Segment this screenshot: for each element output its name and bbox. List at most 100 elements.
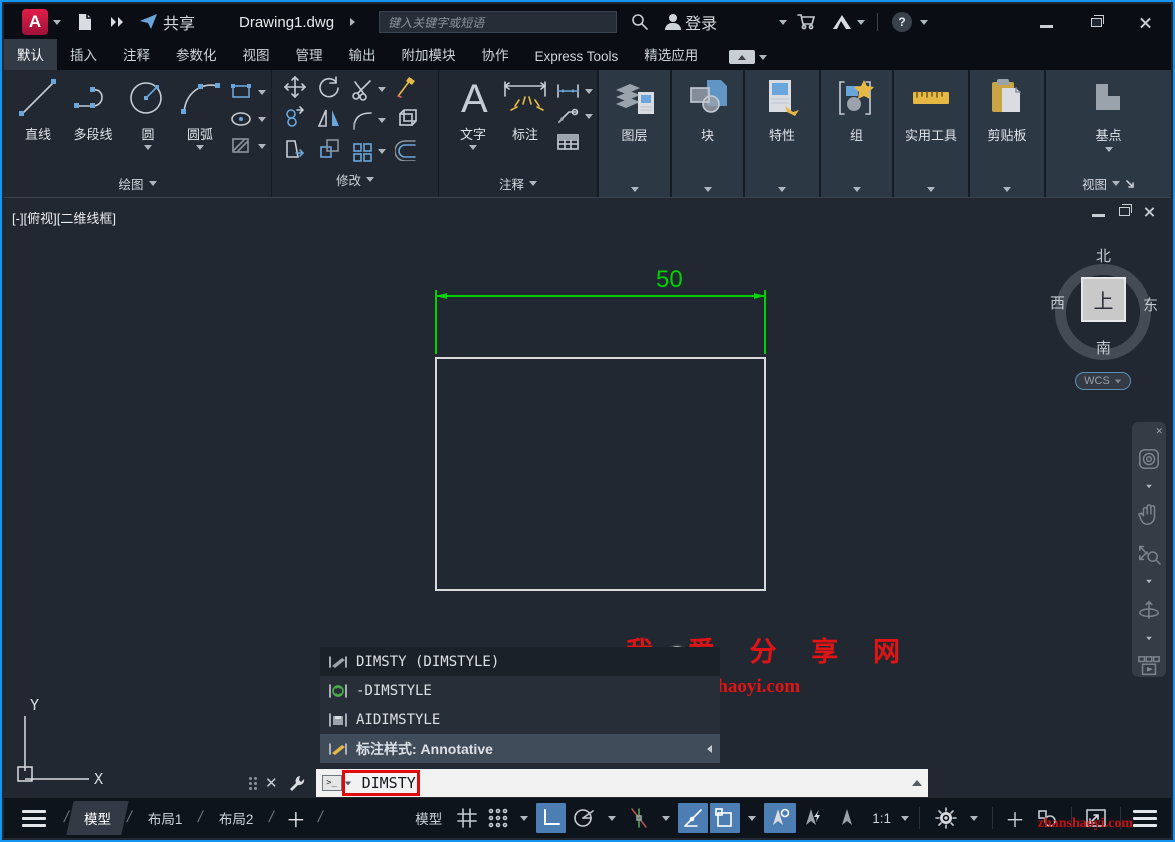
panel-layers-caret-icon[interactable] <box>631 187 639 192</box>
panel-group[interactable]: 组 <box>821 70 894 197</box>
panel-properties-caret-icon[interactable] <box>778 187 786 192</box>
tab-view[interactable]: 视图 <box>230 39 283 70</box>
app-menu-caret-icon[interactable] <box>53 20 61 25</box>
show-motion-icon[interactable] <box>1136 655 1162 677</box>
panel-block[interactable]: 块 <box>672 70 745 197</box>
circle-tool[interactable]: 圆 <box>122 76 174 150</box>
erase-tool[interactable] <box>395 75 419 104</box>
new-file-button[interactable] <box>75 12 95 32</box>
annotation-visibility-toggle[interactable] <box>764 803 796 833</box>
doc-switch-caret-icon[interactable] <box>350 18 355 26</box>
line-tool[interactable]: 直线 <box>12 76 64 143</box>
workspace-gear-icon[interactable] <box>930 803 962 833</box>
leader-tool[interactable] <box>555 107 593 125</box>
linear-dimension-tool[interactable] <box>555 82 593 100</box>
viewcube-top-face[interactable]: 上 <box>1081 277 1126 322</box>
command-drag-handle[interactable] <box>249 777 257 790</box>
panel-utilities-caret-icon[interactable] <box>927 187 935 192</box>
wcs-dropdown[interactable]: WCS <box>1075 372 1131 390</box>
command-customize-wrench-icon[interactable] <box>288 774 306 792</box>
drawing-canvas[interactable]: [-][俯视][二维线框] 北 西 东 南 上 WCS ✕ <box>4 198 1171 804</box>
panel-utilities[interactable]: 实用工具 <box>894 70 970 197</box>
panel-group-caret-icon[interactable] <box>853 187 861 192</box>
orbit-caret-icon[interactable] <box>1146 637 1152 641</box>
pan-hand-icon[interactable] <box>1137 503 1161 527</box>
app-logo-icon[interactable]: A <box>22 9 48 35</box>
stretch-tool[interactable] <box>283 137 307 166</box>
move-tool[interactable] <box>283 75 307 104</box>
quick-access-expand-icon[interactable] <box>109 16 125 28</box>
layout-tab-layout1[interactable]: 布局1 <box>134 801 197 835</box>
command-expand-icon[interactable] <box>912 780 922 786</box>
cart-icon[interactable] <box>797 13 817 31</box>
close-button[interactable] <box>1140 17 1151 28</box>
hatch-caret-icon[interactable] <box>258 144 266 149</box>
ellipse-caret-icon[interactable] <box>258 117 266 122</box>
annotation-scale-value[interactable]: 1:1 <box>864 811 899 826</box>
viewport-controls[interactable]: [-][俯视][二维线框] <box>12 208 116 227</box>
orbit-icon[interactable] <box>1136 598 1162 622</box>
minimize-button[interactable] <box>1040 25 1053 28</box>
viewcube-west[interactable]: 西 <box>1050 292 1065 313</box>
tab-parametric[interactable]: 参数化 <box>163 39 230 70</box>
mirror-tool[interactable] <box>317 106 341 135</box>
leader-caret-icon[interactable] <box>585 114 593 119</box>
panel-block-caret-icon[interactable] <box>704 187 712 192</box>
rotate-tool[interactable] <box>317 75 341 104</box>
copy-tool[interactable] <box>283 106 307 135</box>
fillet-tool[interactable] <box>351 110 386 132</box>
fillet-caret-icon[interactable] <box>378 118 386 123</box>
zoom-icon[interactable] <box>1136 541 1162 565</box>
basepoint-caret-icon[interactable] <box>1105 147 1113 152</box>
search-icon[interactable] <box>631 13 649 31</box>
rectangle-tool[interactable] <box>230 82 266 102</box>
maximize-button[interactable] <box>1091 18 1102 27</box>
explode-tool[interactable] <box>395 106 419 135</box>
isodraft-caret-icon[interactable] <box>662 816 670 821</box>
navbar-close-icon[interactable]: ✕ <box>1155 428 1163 434</box>
layout-tab-layout2[interactable]: 布局2 <box>205 801 268 835</box>
panel-annotation-footer[interactable]: 注释 <box>439 171 597 197</box>
tab-manage[interactable]: 管理 <box>283 39 336 70</box>
tab-addins[interactable]: 附加模块 <box>389 39 469 70</box>
doc-close-button[interactable] <box>1145 207 1155 217</box>
polar-caret-icon[interactable] <box>608 816 616 821</box>
tab-featured-apps[interactable]: 精选应用 <box>631 39 711 70</box>
panel-clipboard[interactable]: 剪贴板 <box>970 70 1046 197</box>
ribbon-collapse-control[interactable] <box>729 50 767 64</box>
panel-clipboard-caret-icon[interactable] <box>1003 187 1011 192</box>
help-icon[interactable]: ? <box>892 12 912 32</box>
panel-launcher-icon[interactable] <box>1125 179 1135 189</box>
text-tool[interactable]: A 文字 <box>449 76 497 150</box>
autodesk-caret-icon[interactable] <box>857 20 865 25</box>
viewcube-east[interactable]: 东 <box>1143 294 1158 315</box>
command-close-icon[interactable]: ✕ <box>265 774 278 792</box>
polyline-tool[interactable]: 多段线 <box>64 76 122 143</box>
suggestion-dimsty[interactable]: DIMSTY (DIMSTYLE) <box>320 647 720 676</box>
workspace-caret-icon[interactable] <box>970 816 978 821</box>
array-caret-icon[interactable] <box>378 149 386 154</box>
tab-default[interactable]: 默认 <box>4 39 57 70</box>
annotation-scale-icon[interactable] <box>832 803 862 833</box>
navigation-bar[interactable]: ✕ <box>1132 422 1166 677</box>
panel-properties[interactable]: 特性 <box>745 70 821 197</box>
tab-annotate[interactable]: 注释 <box>110 39 163 70</box>
tab-express-tools[interactable]: Express Tools <box>522 44 632 70</box>
annotation-autoscale-toggle[interactable] <box>798 803 830 833</box>
circle-caret-icon[interactable] <box>144 145 152 150</box>
panel-layers[interactable]: 图层 <box>599 70 672 197</box>
layout-tab-model[interactable]: 模型 <box>67 801 129 835</box>
offset-tool[interactable] <box>395 137 419 166</box>
customization-plus-icon[interactable]: ＋ <box>1001 803 1029 833</box>
tab-insert[interactable]: 插入 <box>57 39 110 70</box>
search-input[interactable]: 键入关键字或短语 <box>379 11 617 33</box>
doc-restore-button[interactable] <box>1119 207 1130 216</box>
suggestion-aidimstyle[interactable]: AIDIMSTYLE <box>320 705 720 734</box>
annotation-scale-caret-icon[interactable] <box>901 816 909 821</box>
rectangle-caret-icon[interactable] <box>258 90 266 95</box>
panel-modify-footer[interactable]: 修改 <box>272 167 438 193</box>
text-caret-icon[interactable] <box>469 145 477 150</box>
login-caret-icon[interactable] <box>779 20 787 25</box>
linear-dimension-caret-icon[interactable] <box>585 89 593 94</box>
scale-tool[interactable] <box>317 137 341 166</box>
